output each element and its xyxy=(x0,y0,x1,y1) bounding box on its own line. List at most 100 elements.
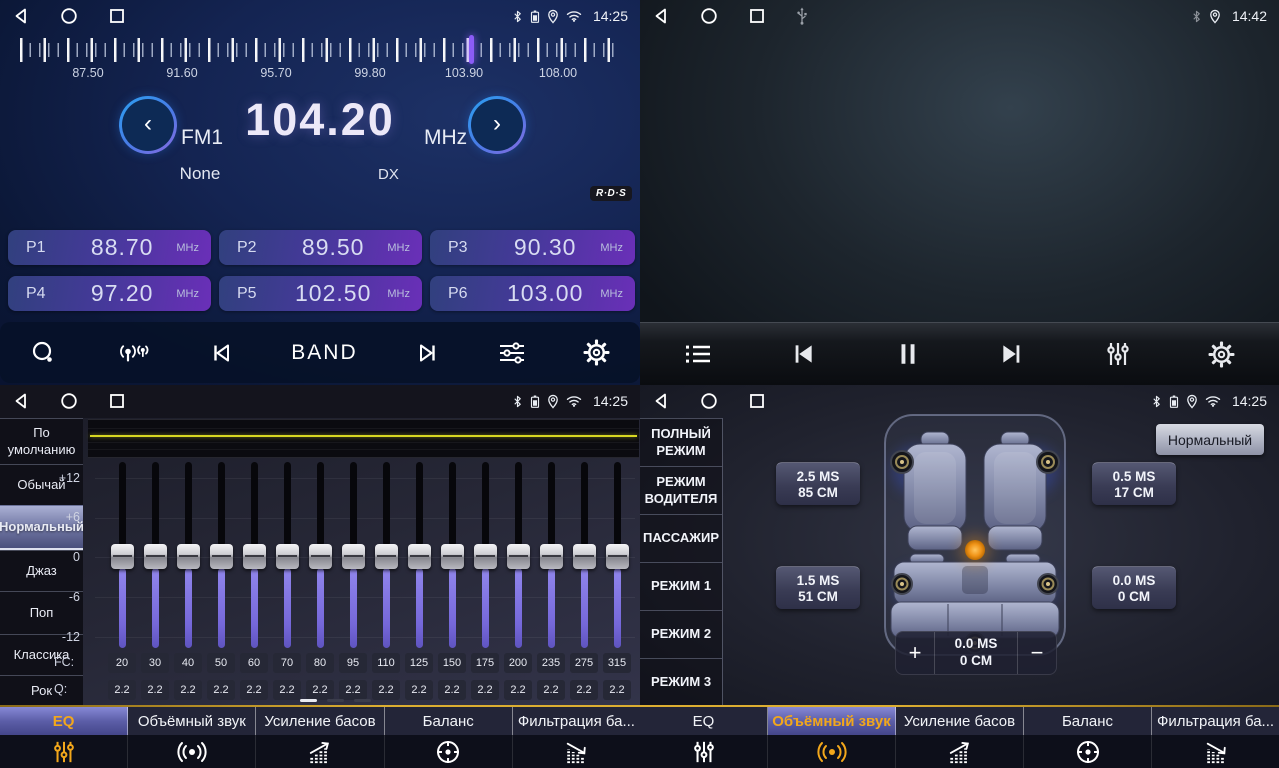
filter-tab-icon[interactable] xyxy=(513,735,640,768)
q-value[interactable]: 2.2 xyxy=(405,680,433,700)
slider-knob[interactable] xyxy=(507,544,530,569)
q-value[interactable]: 2.2 xyxy=(174,680,202,700)
tab-balance[interactable]: Баланс xyxy=(385,707,513,735)
q-value[interactable]: 2.2 xyxy=(339,680,367,700)
minus-button[interactable]: − xyxy=(1018,632,1056,674)
rear-right-delay[interactable]: 0.0 MS 0 CM xyxy=(1092,566,1176,609)
q-value[interactable]: 2.2 xyxy=(141,680,169,700)
preset-4[interactable]: P4 97.20 MHz xyxy=(8,276,211,311)
tab-filter[interactable]: Фильтрация ба... xyxy=(513,707,640,735)
tuner-scale-major-ticks[interactable] xyxy=(20,38,620,62)
eq-tab-icon[interactable] xyxy=(640,735,768,768)
playlist-icon[interactable] xyxy=(684,342,712,366)
eq-band-slider[interactable] xyxy=(436,460,469,652)
mode-passenger[interactable]: ПАССАЖИР xyxy=(640,514,722,562)
eq-band-slider[interactable] xyxy=(172,460,205,652)
preset-6[interactable]: P6 103.00 MHz xyxy=(430,276,635,311)
mode-driver[interactable]: РЕЖИМ ВОДИТЕЛЯ xyxy=(640,466,722,514)
preset-2[interactable]: P2 89.50 MHz xyxy=(219,230,422,265)
tab-eq[interactable]: EQ xyxy=(0,707,128,735)
q-value[interactable]: 2.2 xyxy=(537,680,565,700)
slider-knob[interactable] xyxy=(573,544,596,569)
slider-knob[interactable] xyxy=(144,544,167,569)
mode-3[interactable]: РЕЖИМ 3 xyxy=(640,658,722,706)
slider-knob[interactable] xyxy=(309,544,332,569)
tab-bass-boost[interactable]: Усиление басов xyxy=(896,707,1024,735)
home-icon[interactable] xyxy=(700,7,718,25)
slider-knob[interactable] xyxy=(441,544,464,569)
fc-value[interactable]: 20 xyxy=(108,653,136,673)
surround-tab-icon[interactable] xyxy=(768,735,896,768)
slider-knob[interactable] xyxy=(243,544,266,569)
fc-value[interactable]: 125 xyxy=(405,653,433,673)
slider-knob[interactable] xyxy=(111,544,134,569)
home-icon[interactable] xyxy=(700,392,718,410)
tune-down-button[interactable]: ‹ xyxy=(119,96,177,154)
slider-knob[interactable] xyxy=(375,544,398,569)
scan-icon[interactable] xyxy=(30,340,58,366)
q-value[interactable]: 2.2 xyxy=(504,680,532,700)
preset-5[interactable]: P5 102.50 MHz xyxy=(219,276,422,311)
q-value[interactable]: 2.2 xyxy=(306,680,334,700)
eq-band-slider[interactable] xyxy=(139,460,172,652)
eq-band-slider[interactable] xyxy=(370,460,403,652)
q-value[interactable]: 2.2 xyxy=(240,680,268,700)
back-icon[interactable] xyxy=(12,7,30,25)
bass-boost-tab-icon[interactable] xyxy=(896,735,1024,768)
q-value[interactable]: 2.2 xyxy=(108,680,136,700)
slider-knob[interactable] xyxy=(606,544,629,569)
eq-band-slider[interactable] xyxy=(271,460,304,652)
q-value[interactable]: 2.2 xyxy=(372,680,400,700)
tab-surround[interactable]: Объёмный звук xyxy=(128,707,256,735)
next-icon[interactable] xyxy=(415,341,441,365)
fc-value[interactable]: 275 xyxy=(570,653,598,673)
tab-surround[interactable]: Объёмный звук xyxy=(768,707,896,735)
tab-eq[interactable]: EQ xyxy=(640,707,768,735)
q-value[interactable]: 2.2 xyxy=(438,680,466,700)
fc-value[interactable]: 95 xyxy=(339,653,367,673)
gear-icon[interactable] xyxy=(1208,341,1235,368)
slider-knob[interactable] xyxy=(408,544,431,569)
eq-band-slider[interactable] xyxy=(337,460,370,652)
q-value[interactable]: 2.2 xyxy=(603,680,631,700)
recents-icon[interactable] xyxy=(108,7,126,25)
surround-tab-icon[interactable] xyxy=(128,735,256,768)
slider-knob[interactable] xyxy=(276,544,299,569)
fc-value[interactable]: 30 xyxy=(141,653,169,673)
slider-knob[interactable] xyxy=(474,544,497,569)
profile-button[interactable]: Нормальный xyxy=(1156,424,1264,455)
front-right-delay[interactable]: 0.5 MS 17 CM xyxy=(1092,462,1176,505)
q-value[interactable]: 2.2 xyxy=(207,680,235,700)
fc-value[interactable]: 175 xyxy=(471,653,499,673)
pause-icon[interactable] xyxy=(895,341,921,367)
fc-value[interactable]: 150 xyxy=(438,653,466,673)
slider-knob[interactable] xyxy=(210,544,233,569)
filter-tab-icon[interactable] xyxy=(1152,735,1279,768)
plus-button[interactable]: + xyxy=(896,632,934,674)
preset-3[interactable]: P3 90.30 MHz xyxy=(430,230,635,265)
fc-value[interactable]: 235 xyxy=(537,653,565,673)
tune-up-button[interactable]: › xyxy=(468,96,526,154)
recents-icon[interactable] xyxy=(748,392,766,410)
eq-band-slider[interactable] xyxy=(304,460,337,652)
eq-tab-icon[interactable] xyxy=(0,735,128,768)
q-value[interactable]: 2.2 xyxy=(570,680,598,700)
mode-2[interactable]: РЕЖИМ 2 xyxy=(640,610,722,658)
bass-boost-tab-icon[interactable] xyxy=(256,735,384,768)
home-icon[interactable] xyxy=(60,7,78,25)
eq-band-slider[interactable] xyxy=(535,460,568,652)
front-left-delay[interactable]: 2.5 MS 85 CM xyxy=(776,462,860,505)
mode-full[interactable]: ПОЛНЫЙ РЕЖИМ xyxy=(640,418,722,466)
page-dots[interactable] xyxy=(300,699,371,702)
q-value[interactable]: 2.2 xyxy=(273,680,301,700)
fc-value[interactable]: 200 xyxy=(504,653,532,673)
gear-icon[interactable] xyxy=(583,339,610,366)
slider-knob[interactable] xyxy=(342,544,365,569)
tab-bass-boost[interactable]: Усиление басов xyxy=(256,707,384,735)
recents-icon[interactable] xyxy=(108,392,126,410)
slider-knob[interactable] xyxy=(177,544,200,569)
fc-value[interactable]: 110 xyxy=(372,653,400,673)
dx-mode-label[interactable]: DX xyxy=(378,166,399,183)
q-value[interactable]: 2.2 xyxy=(471,680,499,700)
audio-settings-icon[interactable] xyxy=(498,341,526,365)
